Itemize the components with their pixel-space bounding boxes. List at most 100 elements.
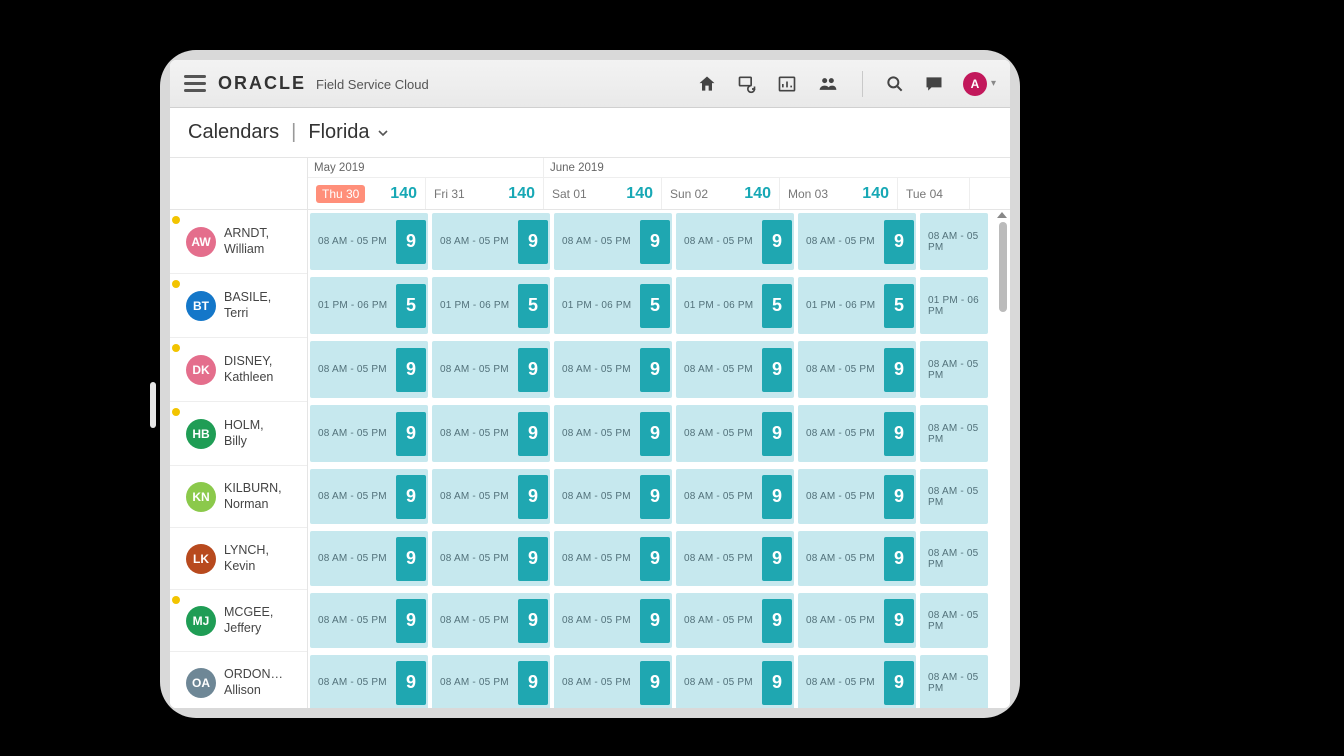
shift-cell[interactable]: 08 AM - 05 PM9 [554,593,672,648]
shift-hours: 9 [884,475,914,519]
shift-cell[interactable]: 08 AM - 05 PM9 [920,593,988,648]
shift-cell[interactable]: 08 AM - 05 PM9 [798,341,916,398]
shift-cell[interactable]: 08 AM - 05 PM9 [432,593,550,648]
people-icon[interactable] [816,74,840,94]
shift-cell[interactable]: 01 PM - 06 PM5 [554,277,672,334]
chat-icon[interactable] [923,74,945,94]
shift-cell[interactable]: 08 AM - 05 PM9 [798,213,916,270]
shift-cell[interactable]: 08 AM - 05 PM9 [676,341,794,398]
shift-time: 08 AM - 05 PM [318,491,387,502]
person-row[interactable]: MJMCGEE,Jeffery [170,590,307,652]
day-header[interactable]: Sat 01140 [544,178,662,209]
shift-cell[interactable]: 08 AM - 05 PM9 [554,655,672,708]
device-notch [150,382,156,428]
shift-cell[interactable]: 08 AM - 05 PM9 [432,213,550,270]
shift-cell[interactable]: 08 AM - 05 PM9 [798,531,916,586]
shift-cell[interactable]: 01 PM - 06 PM5 [798,277,916,334]
day-header[interactable]: Fri 31140 [426,178,544,209]
shift-cell[interactable]: 08 AM - 05 PM9 [554,341,672,398]
shift-hours: 9 [640,475,670,519]
shift-hours: 9 [518,537,548,581]
shift-cell[interactable]: 08 AM - 05 PM9 [676,405,794,462]
person-row[interactable]: HBHOLM,Billy [170,402,307,466]
shift-cell[interactable]: 08 AM - 05 PM9 [676,531,794,586]
shift-cell[interactable]: 08 AM - 05 PM9 [676,655,794,708]
shift-cell[interactable]: 08 AM - 05 PM9 [432,655,550,708]
shift-cell[interactable]: 08 AM - 05 PM9 [798,469,916,524]
month-label: June 2019 [544,158,1010,177]
shift-time: 08 AM - 05 PM [440,428,509,439]
shift-cell[interactable]: 08 AM - 05 PM9 [310,341,428,398]
shift-time: 08 AM - 05 PM [684,615,753,626]
shift-cell[interactable]: 08 AM - 05 PM9 [920,213,988,270]
shift-cell[interactable]: 08 AM - 05 PM9 [310,469,428,524]
shift-cell[interactable]: 08 AM - 05 PM9 [798,405,916,462]
calendar: AWARNDT,WilliamBTBASILE,TerriDKDISNEY,Ka… [170,158,1010,708]
shift-time: 08 AM - 05 PM [928,672,988,694]
shift-cell[interactable]: 08 AM - 05 PM9 [920,655,988,708]
shift-cell[interactable]: 08 AM - 05 PM9 [432,469,550,524]
shift-cell[interactable]: 01 PM - 06 PM5 [920,277,988,334]
shift-cell[interactable]: 08 AM - 05 PM9 [920,531,988,586]
scrollbar[interactable] [998,212,1008,704]
shift-cell[interactable]: 01 PM - 06 PM5 [432,277,550,334]
shift-hours: 9 [884,599,914,643]
shift-cell[interactable]: 08 AM - 05 PM9 [920,469,988,524]
shift-cell[interactable]: 01 PM - 06 PM5 [310,277,428,334]
shift-cell[interactable]: 08 AM - 05 PM9 [432,531,550,586]
shift-hours: 5 [396,284,426,328]
shift-cell[interactable]: 08 AM - 05 PM9 [554,469,672,524]
shift-time: 08 AM - 05 PM [806,428,875,439]
person-name: BASILE,Terri [224,290,271,321]
status-dot [172,596,180,604]
day-header[interactable]: Sun 02140 [662,178,780,209]
day-header[interactable]: Mon 03140 [780,178,898,209]
user-menu[interactable]: A ▾ [963,72,996,96]
hamburger-icon[interactable] [184,75,206,92]
search-icon[interactable] [885,74,905,94]
shift-cell[interactable]: 08 AM - 05 PM9 [920,405,988,462]
shift-time: 08 AM - 05 PM [562,677,631,688]
shift-cell[interactable]: 08 AM - 05 PM9 [798,593,916,648]
product-name: Field Service Cloud [316,77,429,92]
shift-cell[interactable]: 08 AM - 05 PM9 [798,655,916,708]
day-header[interactable]: Thu 30140 [308,178,426,209]
home-icon[interactable] [696,74,718,94]
day-header[interactable]: Tue 041 [898,178,970,209]
breadcrumb[interactable]: Calendars | Florida [170,108,1010,158]
shift-cell[interactable]: 08 AM - 05 PM9 [676,469,794,524]
person-name: KILBURN,Norman [224,481,282,512]
shift-cell[interactable]: 08 AM - 05 PM9 [554,213,672,270]
shift-cell[interactable]: 08 AM - 05 PM9 [920,341,988,398]
shift-hours: 9 [396,412,426,456]
shift-cell[interactable]: 08 AM - 05 PM9 [676,593,794,648]
shift-cell[interactable]: 08 AM - 05 PM9 [310,405,428,462]
shift-cell[interactable]: 08 AM - 05 PM9 [554,405,672,462]
breadcrumb-separator: | [291,121,296,144]
shift-hours: 9 [884,537,914,581]
shift-cell[interactable]: 08 AM - 05 PM9 [310,213,428,270]
shift-time: 08 AM - 05 PM [318,553,387,564]
shift-hours: 9 [640,599,670,643]
shift-cell[interactable]: 08 AM - 05 PM9 [432,341,550,398]
shift-cell[interactable]: 01 PM - 06 PM5 [676,277,794,334]
person-row[interactable]: LKLYNCH,Kevin [170,528,307,590]
person-row[interactable]: BTBASILE,Terri [170,274,307,338]
shift-time: 08 AM - 05 PM [928,359,988,381]
person-row[interactable]: KNKILBURN,Norman [170,466,307,528]
shift-cell[interactable]: 08 AM - 05 PM9 [310,531,428,586]
shift-time: 08 AM - 05 PM [562,236,631,247]
day-label: Sat 01 [552,187,587,201]
person-row[interactable]: DKDISNEY,Kathleen [170,338,307,402]
person-name: DISNEY,Kathleen [224,354,273,385]
shift-cell[interactable]: 08 AM - 05 PM9 [554,531,672,586]
person-row[interactable]: AWARNDT,William [170,210,307,274]
shift-cell[interactable]: 08 AM - 05 PM9 [310,593,428,648]
shift-cell[interactable]: 08 AM - 05 PM9 [432,405,550,462]
dashboard-icon[interactable] [776,74,798,94]
sync-icon[interactable] [736,74,758,94]
shift-cell[interactable]: 08 AM - 05 PM9 [676,213,794,270]
day-count: 140 [390,185,417,203]
person-row[interactable]: OAORDON…Allison [170,652,307,708]
shift-cell[interactable]: 08 AM - 05 PM9 [310,655,428,708]
